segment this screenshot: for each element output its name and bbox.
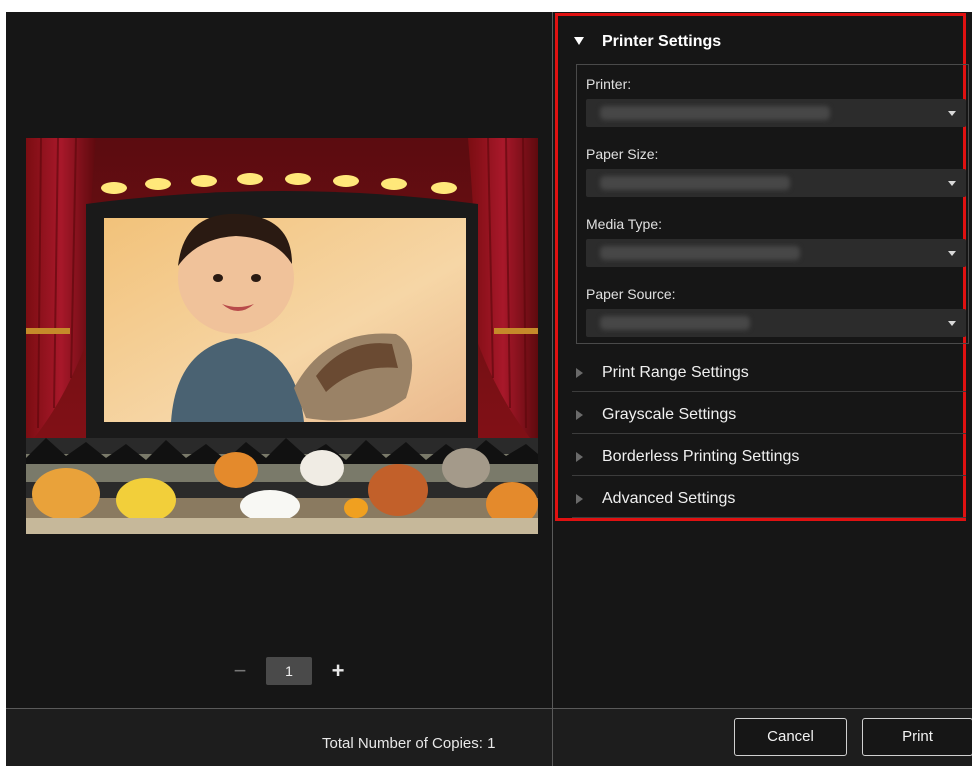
theater-photo-illustration (26, 138, 538, 534)
triangle-down-icon (574, 37, 584, 45)
print-button[interactable]: Print (862, 718, 972, 756)
paper-size-dropdown[interactable] (586, 169, 966, 197)
triangle-right-icon (576, 494, 583, 504)
triangle-right-icon (576, 368, 583, 378)
advanced-settings-title: Advanced Settings (602, 490, 736, 507)
borderless-printing-settings-title: Borderless Printing Settings (602, 448, 800, 465)
copies-input[interactable]: 1 (266, 657, 312, 685)
triangle-right-icon (576, 452, 583, 462)
grayscale-settings-title: Grayscale Settings (602, 406, 737, 423)
printer-label: Printer: (586, 76, 632, 92)
bottom-divider (552, 709, 553, 766)
divider (572, 475, 966, 476)
copies-stepper: − 1 + (230, 657, 360, 687)
chevron-down-icon (948, 111, 956, 116)
triangle-right-icon (576, 410, 583, 420)
paper-size-label: Paper Size: (586, 146, 659, 162)
total-copies-text: Total Number of Copies: 1 (322, 735, 496, 752)
divider (572, 391, 966, 392)
cancel-button[interactable]: Cancel (734, 718, 847, 756)
media-type-label: Media Type: (586, 216, 663, 232)
bottom-bar: Total Number of Copies: 1 Cancel Print (6, 708, 972, 766)
chevron-down-icon (948, 251, 956, 256)
printer-settings-title: Printer Settings (602, 33, 722, 50)
top-strip (0, 0, 972, 12)
divider (572, 433, 966, 434)
print-range-settings-title: Print Range Settings (602, 364, 749, 381)
printer-dropdown[interactable] (586, 99, 966, 127)
settings-panel: Printer Settings Printer: Paper Size: Me… (553, 12, 972, 708)
print-preview-image (26, 138, 538, 534)
printer-value-redacted (600, 106, 830, 120)
paper-source-label: Paper Source: (586, 286, 676, 302)
paper-source-dropdown[interactable] (586, 309, 966, 337)
printer-settings-highlight: Printer Settings Printer: Paper Size: Me… (555, 13, 969, 521)
media-type-value-redacted (600, 246, 800, 260)
print-settings-window: − 1 + Printer Settings Printer: Paper Si… (0, 0, 972, 766)
media-type-dropdown[interactable] (586, 239, 966, 267)
paper-size-value-redacted (600, 176, 790, 190)
preview-panel: − 1 + (6, 12, 553, 708)
chevron-down-icon (948, 181, 956, 186)
paper-source-value-redacted (600, 316, 750, 330)
divider (572, 517, 966, 518)
decrease-copies-button[interactable]: − (230, 660, 250, 682)
chevron-down-icon (948, 321, 956, 326)
increase-copies-button[interactable]: + (326, 659, 350, 683)
